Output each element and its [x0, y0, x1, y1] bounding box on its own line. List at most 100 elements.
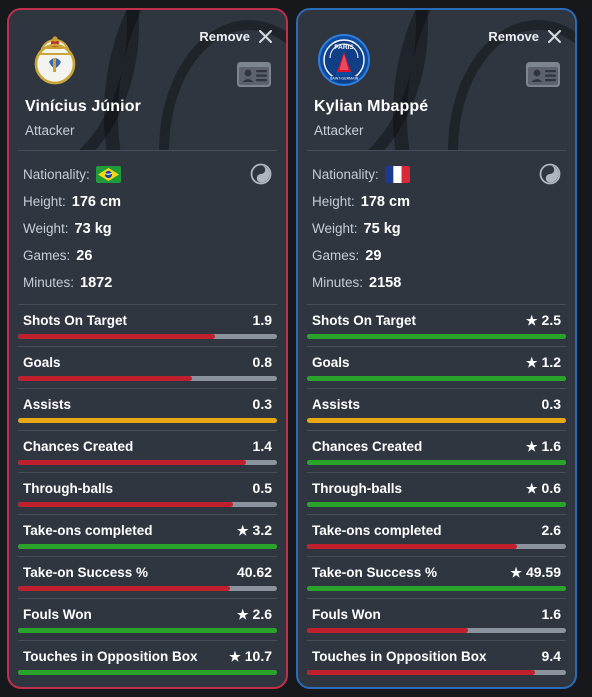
id-card-icon[interactable] — [236, 60, 272, 89]
stat-row: Chances Created ★ 1.6 — [307, 431, 566, 465]
stat-row: Take-ons completed 2.6 — [307, 515, 566, 549]
stat-row: Shots On Target ★ 2.5 — [307, 305, 566, 339]
stat-label: Through-balls — [312, 480, 402, 496]
stat-header: Through-balls 0.5 — [18, 480, 277, 502]
player-card-right: PARIS SAINT-GERMAIN Remove Kylian Mbappé… — [296, 8, 577, 689]
stat-value: ★ 10.7 — [229, 648, 272, 664]
stat-value: ★ 0.6 — [526, 480, 561, 496]
stat-value: 0.8 — [253, 354, 272, 370]
stat-bar-track — [307, 502, 566, 507]
stat-bar-track — [18, 334, 277, 339]
stat-row: Take-on Success % ★ 49.59 — [307, 557, 566, 591]
minutes-label: Minutes: — [312, 275, 364, 290]
stat-label: Fouls Won — [312, 606, 381, 622]
height-value: 176 cm — [71, 193, 121, 210]
stat-value: 40.62 — [237, 564, 272, 580]
stat-label: Fouls Won — [23, 606, 92, 622]
close-icon[interactable] — [546, 28, 563, 45]
weight-label: Weight: — [312, 221, 358, 236]
stat-value: ★ 2.6 — [237, 606, 272, 622]
minutes-value: 1872 — [80, 274, 113, 291]
stat-bar-track — [307, 418, 566, 423]
stat-header: Assists 0.3 — [307, 396, 566, 418]
stat-number: 1.4 — [252, 438, 272, 454]
stat-bar-track — [307, 586, 566, 591]
stat-row: Fouls Won ★ 2.6 — [18, 599, 277, 633]
stat-bar-track — [18, 670, 277, 675]
stat-value: 1.9 — [253, 312, 272, 328]
club-badge-icon[interactable] — [250, 163, 272, 185]
stat-value: ★ 3.2 — [237, 522, 272, 538]
games-value: 26 — [76, 247, 93, 264]
stat-label: Assists — [23, 396, 72, 412]
stat-bar-fill — [307, 544, 517, 549]
stat-number: 2.5 — [541, 312, 561, 328]
stat-label: Touches in Opposition Box — [312, 648, 487, 664]
stat-header: Assists 0.3 — [18, 396, 277, 418]
player-bio-right: Nationality: Height: 178 cm Weight: 75 k… — [298, 151, 575, 304]
id-card-icon[interactable] — [525, 60, 561, 89]
minutes-value: 2158 — [369, 274, 402, 291]
weight-value: 75 kg — [363, 220, 401, 237]
stat-bar-track — [307, 376, 566, 381]
france-flag — [384, 166, 410, 183]
stat-row: Touches in Opposition Box 9.4 — [307, 641, 566, 675]
star-icon: ★ — [525, 354, 538, 370]
bio-row-height: Height: 178 cm — [312, 188, 561, 215]
stat-bar-fill — [307, 670, 535, 675]
player-comparison-container: Remove Vinícius Júnior Attacker National… — [0, 0, 592, 697]
stat-value: ★ 49.59 — [510, 564, 561, 580]
star-icon: ★ — [236, 606, 249, 622]
stat-bar-track — [307, 628, 566, 633]
stat-header: Fouls Won 1.6 — [307, 606, 566, 628]
player-name-left: Vinícius Júnior — [25, 98, 141, 115]
club-badge-icon[interactable] — [539, 163, 561, 185]
remove-button-left[interactable]: Remove — [199, 28, 274, 45]
stat-bar-fill — [18, 502, 233, 507]
stat-header: Chances Created ★ 1.6 — [307, 438, 566, 460]
bio-row-weight: Weight: 75 kg — [312, 215, 561, 242]
close-icon[interactable] — [257, 28, 274, 45]
stat-label: Chances Created — [312, 438, 423, 454]
card-header-right: PARIS SAINT-GERMAIN Remove Kylian Mbappé… — [298, 10, 575, 150]
stat-number: 3.2 — [252, 522, 272, 538]
star-icon: ★ — [525, 438, 538, 454]
player-bio-left: Nationality: Height: 176 cm Weight: 73 k… — [9, 151, 286, 304]
stat-header: Take-on Success % ★ 49.59 — [307, 564, 566, 586]
svg-text:PARIS: PARIS — [334, 44, 354, 51]
stat-label: Shots On Target — [23, 312, 128, 328]
stat-bar-track — [18, 586, 277, 591]
weight-label: Weight: — [23, 221, 69, 236]
stat-number: 9.4 — [541, 648, 561, 664]
stat-number: 0.3 — [252, 396, 272, 412]
stat-label: Goals — [312, 354, 350, 370]
remove-button-right[interactable]: Remove — [488, 28, 563, 45]
star-icon: ★ — [510, 564, 522, 580]
stat-row: Chances Created 1.4 — [18, 431, 277, 465]
stat-bar-fill — [307, 628, 468, 633]
stat-bar-track — [307, 334, 566, 339]
stat-bar-track — [18, 544, 277, 549]
stat-bar-fill — [307, 586, 566, 591]
stat-label: Goals — [23, 354, 61, 370]
stat-number: 10.7 — [244, 648, 272, 664]
star-icon: ★ — [236, 522, 249, 538]
star-icon: ★ — [525, 312, 538, 328]
stat-bar-track — [18, 502, 277, 507]
stat-bar-fill — [18, 544, 277, 549]
stat-bar-track — [307, 460, 566, 465]
bio-row-nationality: Nationality: — [23, 161, 272, 188]
stat-bar-track — [307, 544, 566, 549]
star-icon: ★ — [525, 480, 538, 496]
player-name-right: Kylian Mbappé — [314, 98, 429, 115]
stat-bar-track — [18, 376, 277, 381]
stat-value: ★ 1.6 — [526, 438, 561, 454]
bio-row-games: Games: 26 — [23, 242, 272, 269]
stat-value: 0.3 — [253, 396, 272, 412]
stat-bar-fill — [18, 418, 277, 423]
stat-value: ★ 1.2 — [526, 354, 561, 370]
stat-label: Take-on Success % — [312, 564, 438, 580]
bio-row-games: Games: 29 — [312, 242, 561, 269]
stat-row: Shots On Target 1.9 — [18, 305, 277, 339]
stat-row: Through-balls 0.5 — [18, 473, 277, 507]
